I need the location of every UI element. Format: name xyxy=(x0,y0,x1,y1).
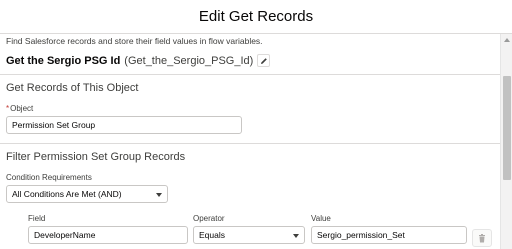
condition-requirements-value: All Conditions Are Met (AND) xyxy=(12,189,122,199)
modal-header: Edit Get Records xyxy=(0,0,512,34)
condition-field-input[interactable]: DeveloperName xyxy=(28,226,188,244)
value-column-label: Value xyxy=(311,214,331,223)
object-value: Permission Set Group xyxy=(12,120,96,130)
condition-field-value: DeveloperName xyxy=(34,230,96,240)
condition-requirements-select[interactable]: All Conditions Are Met (AND) xyxy=(6,185,168,203)
chevron-down-icon xyxy=(293,234,299,238)
modal-body: Find Salesforce records and store their … xyxy=(0,34,500,249)
object-input[interactable]: Permission Set Group xyxy=(6,116,242,134)
required-marker: * xyxy=(6,104,10,113)
intro-text: Find Salesforce records and store their … xyxy=(6,36,263,46)
condition-operator-select[interactable]: Equals xyxy=(193,226,305,244)
object-label: *Object xyxy=(6,104,34,113)
trash-icon xyxy=(479,233,485,242)
scroll-up-arrow-icon[interactable] xyxy=(504,38,510,42)
operator-column-label: Operator xyxy=(193,214,225,223)
get-records-section-title: Get Records of This Object xyxy=(6,82,139,94)
delete-condition-button[interactable] xyxy=(472,229,492,247)
filter-section-title: Filter Permission Set Group Records xyxy=(6,151,186,163)
modal-title: Edit Get Records xyxy=(198,8,314,25)
edit-element-button[interactable] xyxy=(257,54,271,67)
element-label: Get the Sergio PSG Id xyxy=(6,54,121,67)
chevron-down-icon xyxy=(156,193,162,197)
pencil-icon xyxy=(260,57,267,64)
vertical-scrollbar[interactable] xyxy=(500,34,512,249)
condition-value-value: Sergio_permission_Set xyxy=(317,230,405,240)
divider xyxy=(0,143,500,144)
condition-requirements-label: Condition Requirements xyxy=(6,173,92,182)
element-api-name: (Get_the_Sergio_PSG_Id) xyxy=(124,54,254,67)
field-column-label: Field xyxy=(28,214,46,223)
scroll-thumb[interactable] xyxy=(503,76,511,180)
divider xyxy=(0,74,500,75)
element-title: Get the Sergio PSG Id (Get_the_Sergio_PS… xyxy=(6,54,271,67)
condition-value-input[interactable]: Sergio_permission_Set xyxy=(311,226,467,244)
condition-operator-value: Equals xyxy=(199,230,225,240)
